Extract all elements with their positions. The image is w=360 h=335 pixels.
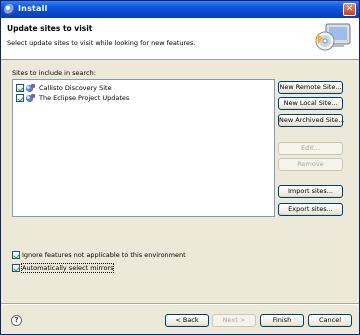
new-remote-site-button[interactable]: New Remote Site...	[278, 81, 343, 94]
wizard-header: Update sites to visit Select update site…	[1, 18, 359, 60]
close-button[interactable]: ✕	[343, 3, 356, 16]
help-icon[interactable]: ?	[11, 315, 22, 326]
install-wizard-icon	[315, 23, 351, 51]
eclipse-icon	[4, 4, 15, 15]
update-site-icon	[26, 93, 36, 103]
install-dialog: Install ✕ Update sites to visit Select u…	[0, 0, 360, 335]
site-label: The Eclipse Project Updates	[39, 94, 130, 102]
update-site-icon	[26, 83, 36, 93]
finish-button[interactable]: Finish	[260, 314, 304, 327]
sites-list[interactable]: Callisto Discovery Site The Eclipse Proj…	[12, 79, 275, 217]
remove-button[interactable]: Remove	[278, 158, 343, 171]
auto-mirrors-label: Automatically select mirrors	[20, 263, 115, 273]
footer-separator	[1, 303, 359, 305]
ignore-features-checkbox[interactable]	[12, 251, 20, 259]
page-title: Update sites to visit	[7, 24, 93, 33]
import-sites-button[interactable]: Import sites...	[278, 185, 343, 198]
auto-mirrors-checkbox[interactable]	[12, 264, 20, 272]
auto-select-mirrors-option[interactable]: Automatically select mirrors	[12, 263, 115, 273]
site-checkbox[interactable]	[16, 84, 24, 92]
cancel-button[interactable]: Cancel	[308, 314, 352, 327]
edit-button[interactable]: Edit...	[278, 142, 343, 155]
export-sites-button[interactable]: Export sites...	[278, 203, 343, 216]
window-title: Install	[18, 4, 48, 13]
next-button[interactable]: Next >	[212, 314, 256, 327]
back-button[interactable]: < Back	[165, 314, 209, 327]
title-bar[interactable]: Install ✕	[1, 1, 359, 18]
site-checkbox[interactable]	[16, 94, 24, 102]
sites-label: Sites to include in search:	[12, 69, 96, 77]
list-item[interactable]: The Eclipse Project Updates	[16, 93, 129, 103]
ignore-features-label: Ignore features not applicable to this e…	[22, 251, 186, 259]
ignore-features-option[interactable]: Ignore features not applicable to this e…	[12, 250, 186, 260]
new-local-site-button[interactable]: New Local Site...	[278, 97, 343, 110]
site-label: Callisto Discovery Site	[39, 84, 112, 92]
list-item[interactable]: Callisto Discovery Site	[16, 83, 112, 93]
page-description: Select update sites to visit while looki…	[7, 39, 196, 47]
new-archived-site-button[interactable]: New Archived Site...	[278, 114, 344, 127]
